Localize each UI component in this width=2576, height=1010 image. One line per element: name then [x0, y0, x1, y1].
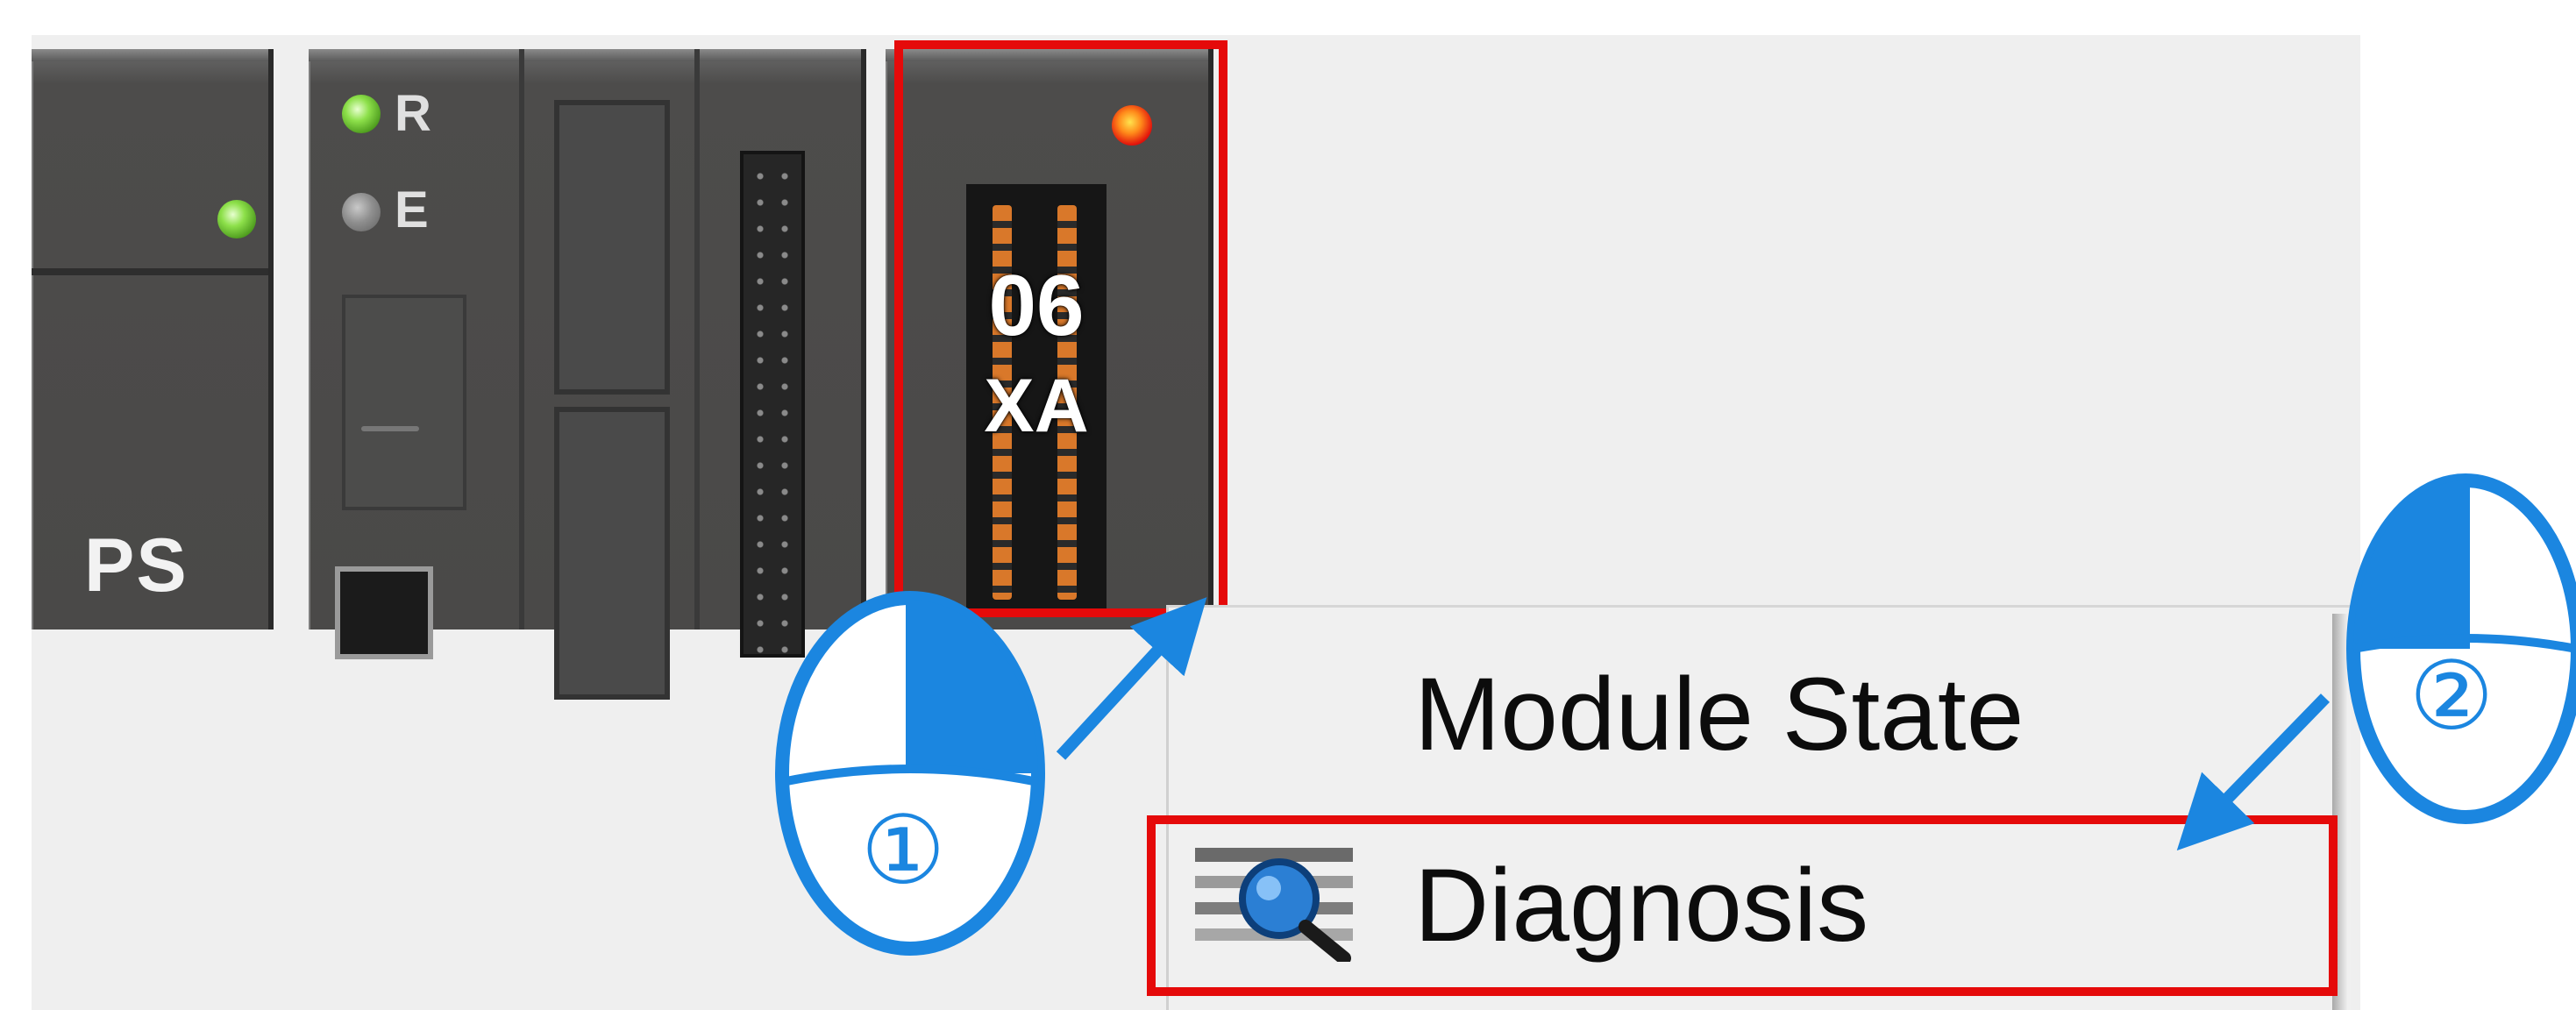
error-led-icon	[342, 193, 381, 231]
run-led-label: R	[395, 85, 431, 142]
module-divider	[32, 268, 268, 275]
hardware-configuration-view: PS R E 06 XA Module State Diagnosis ① ②	[0, 0, 2576, 1010]
cpu-module[interactable]: R E	[309, 49, 866, 700]
module-divider	[694, 49, 700, 629]
menu-item-label: Module State	[1414, 657, 2025, 772]
menu-item-module-state[interactable]: Module State	[1169, 625, 2351, 792]
menu-item-highlight	[1147, 815, 2338, 996]
module-selection-highlight	[894, 40, 1228, 617]
memory-card-slot	[342, 295, 466, 510]
module-divider	[519, 49, 524, 629]
io-connector-icon	[740, 151, 805, 658]
expansion-card-bottom	[554, 407, 670, 700]
slot-indicator	[361, 426, 419, 431]
power-led-icon	[217, 200, 256, 238]
module-bevel	[32, 49, 268, 61]
step-number-1: ①	[860, 796, 946, 906]
expansion-card-top	[554, 100, 670, 395]
power-module-label: PS	[84, 523, 189, 608]
run-led-icon	[342, 95, 381, 133]
power-supply-module[interactable]: PS	[32, 49, 274, 629]
ethernet-port-icon	[335, 566, 433, 659]
module-bevel	[309, 49, 861, 61]
step-number-2: ②	[2409, 642, 2494, 751]
error-led-label: E	[395, 181, 429, 238]
left-click-mouse-icon: ②	[2334, 470, 2576, 828]
right-click-mouse-icon: ①	[770, 589, 1050, 957]
